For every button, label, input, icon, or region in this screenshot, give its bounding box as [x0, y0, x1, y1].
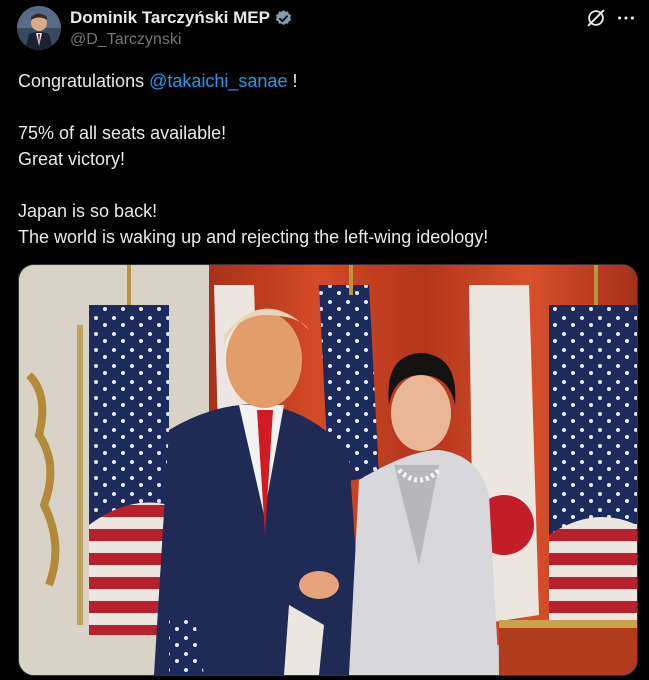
tweet-photo[interactable]	[18, 264, 638, 676]
tweet-blank-line	[18, 94, 633, 120]
mention-link[interactable]: @takaichi_sanae	[149, 71, 287, 91]
tweet-line-3: 75% of all seats available!	[18, 123, 227, 143]
tweet-line-6: Japan is so back!	[18, 201, 158, 221]
tweet-line-7: The world is waking up and rejecting the…	[18, 227, 489, 247]
grok-icon[interactable]	[585, 7, 607, 29]
avatar[interactable]	[17, 6, 61, 50]
tweet-text-segment: Congratulations	[18, 71, 150, 91]
tweet-header: Dominik Tarczyński MEP @D_Tarczynski	[0, 0, 649, 60]
user-handle[interactable]: @D_Tarczynski	[70, 31, 181, 49]
verified-badge-icon	[274, 9, 293, 28]
tweet-blank-line	[18, 172, 633, 198]
tweet-text-segment: !	[287, 71, 298, 91]
tweet-line-1: Congratulations @takaichi_sanae !	[18, 68, 633, 94]
name-row: Dominik Tarczyński MEP	[70, 8, 293, 28]
more-dots-icon[interactable]	[615, 7, 637, 29]
tweet-text: Congratulations @takaichi_sanae ! 75% of…	[18, 68, 633, 250]
display-name[interactable]: Dominik Tarczyński MEP	[70, 8, 270, 28]
avatar-image	[17, 6, 61, 50]
photo-illustration	[19, 265, 637, 675]
tweet-line-4: Great victory!	[18, 149, 126, 169]
